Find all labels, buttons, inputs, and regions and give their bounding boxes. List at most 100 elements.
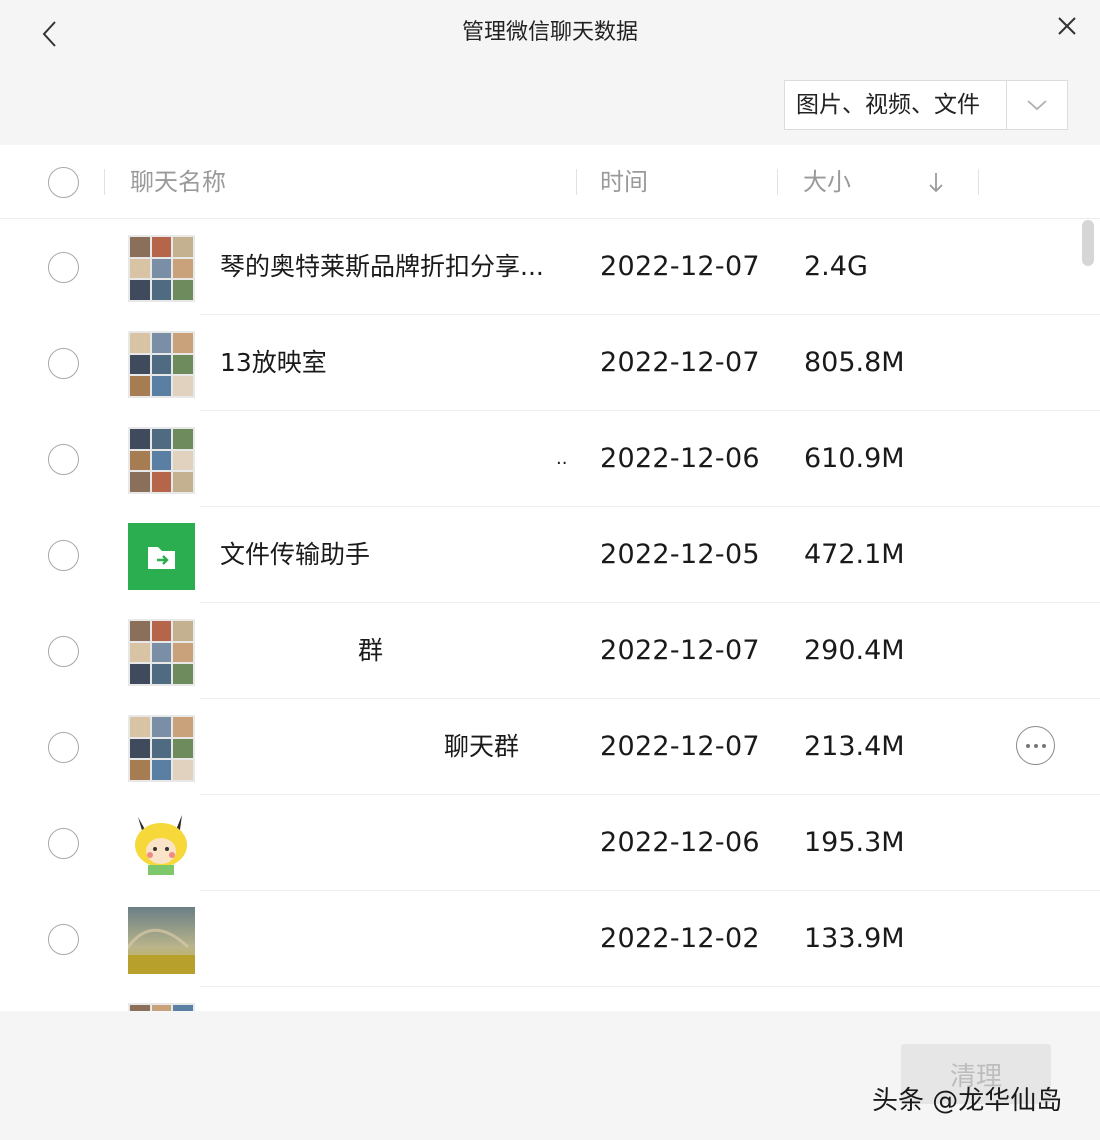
member-thumbnail [151, 717, 172, 737]
rainbow-photo-avatar [128, 907, 195, 974]
member-thumbnail [173, 237, 193, 257]
chat-time: 2022-12-06 [600, 443, 760, 474]
close-icon [1058, 17, 1076, 35]
column-header-time[interactable]: 时间 [600, 145, 648, 219]
member-thumbnail [173, 472, 193, 492]
table-row[interactable]: 文件传输助手 2022-12-05 472.1M [0, 507, 1100, 603]
member-thumbnail [130, 376, 150, 396]
table-header: 聊天名称 时间 大小 [0, 145, 1100, 219]
more-options-button[interactable] [1016, 726, 1055, 765]
member-thumbnail [151, 354, 172, 375]
row-select-radio[interactable] [48, 732, 79, 763]
member-thumbnail [130, 621, 150, 641]
member-thumbnail [130, 258, 150, 279]
chat-time: 2022-12-07 [600, 635, 760, 666]
chat-size: 805.8M [804, 347, 905, 378]
column-divider [576, 169, 577, 195]
member-thumbnail [130, 354, 150, 375]
member-thumbnail [151, 472, 172, 492]
member-thumbnail [173, 280, 193, 300]
member-thumbnail [130, 738, 150, 759]
row-select-radio[interactable] [48, 828, 79, 859]
chat-name [220, 891, 580, 987]
member-thumbnail [173, 621, 193, 641]
member-thumbnail [130, 280, 150, 300]
member-thumbnail [151, 237, 172, 257]
row-select-radio[interactable] [48, 924, 79, 955]
chat-size: 290.4M [804, 635, 905, 666]
member-thumbnail [151, 621, 172, 641]
title-bar: 管理微信聊天数据 图片、视频、文件 [0, 0, 1100, 145]
select-all-radio[interactable] [48, 167, 79, 198]
member-thumbnail [173, 429, 193, 449]
member-thumbnail [173, 354, 193, 375]
table-row[interactable]: 群 2022-12-07 290.4M [0, 603, 1100, 699]
row-select-radio[interactable] [48, 636, 79, 667]
table-row[interactable]: 琴的奥特莱斯品牌折扣分享... 2022-12-07 2.4G [0, 219, 1100, 315]
member-thumbnail [173, 664, 193, 684]
chevron-down-icon [1027, 100, 1047, 111]
chat-size: 195.3M [804, 827, 905, 858]
member-thumbnail [173, 642, 193, 663]
table-row[interactable]: 2022-12-02 133.9M [0, 891, 1100, 987]
chat-size: 472.1M [804, 539, 905, 570]
group-avatar [128, 619, 195, 686]
file-type-filter-value: 图片、视频、文件 [785, 81, 1007, 129]
member-thumbnail [151, 376, 172, 396]
column-header-name[interactable]: 聊天名称 [130, 145, 226, 219]
table-body: 琴的奥特莱斯品牌折扣分享... 2022-12-07 2.4G 13放映室 2022-1… [0, 219, 1100, 1011]
file-type-filter-dropdown[interactable]: 图片、视频、文件 [784, 80, 1068, 130]
group-avatar [128, 235, 195, 302]
member-thumbnail [151, 333, 172, 353]
member-thumbnail [173, 333, 193, 353]
file-transfer-icon [128, 523, 195, 590]
chat-size: 133.9M [804, 923, 905, 954]
chat-name: 文件传输助手 [220, 540, 371, 569]
table-row[interactable]: 聊天群 2022-12-07 213.4M [0, 699, 1100, 795]
row-select-radio[interactable] [48, 540, 79, 571]
member-thumbnail [130, 472, 150, 492]
close-button[interactable] [1046, 6, 1088, 46]
chat-name: .. [556, 448, 568, 469]
chat-size: 610.9M [804, 443, 905, 474]
column-divider [978, 169, 979, 195]
ellipsis-icon [1025, 743, 1046, 748]
row-select-radio[interactable] [48, 348, 79, 379]
member-thumbnail [151, 664, 172, 684]
manage-chat-data-window: 管理微信聊天数据 图片、视频、文件 聊天名称 时间 大小 琴的奥特莱斯品牌折扣分… [0, 0, 1100, 1140]
member-thumbnail [130, 760, 150, 780]
row-select-radio[interactable] [48, 252, 79, 283]
member-thumbnail [151, 258, 172, 279]
member-thumbnail [130, 717, 150, 737]
chat-time: 2022-12-07 [600, 347, 760, 378]
member-thumbnail [151, 738, 172, 759]
column-header-size[interactable]: 大小 [803, 145, 851, 219]
chat-time: 2022-12-07 [600, 731, 760, 762]
sort-descending-arrow-icon[interactable] [924, 169, 948, 195]
chat-name: 琴的奥特莱斯品牌折扣分享... [220, 252, 544, 281]
member-thumbnail [173, 258, 193, 279]
member-thumbnail [151, 429, 172, 449]
chat-data-table: 聊天名称 时间 大小 琴的奥特莱斯品牌折扣分享... 2022-12-07 2.4G… [0, 145, 1100, 1011]
row-select-radio[interactable] [48, 444, 79, 475]
watermark: 头条 @龙华仙岛 [872, 1086, 1063, 1116]
chat-size: 2.4G [804, 251, 868, 282]
scrollbar-thumb[interactable] [1082, 220, 1094, 266]
table-row[interactable]: .. 2022-12-06 610.9M [0, 411, 1100, 507]
member-thumbnail [130, 333, 150, 353]
member-thumbnail [130, 664, 150, 684]
chat-time: 2022-12-05 [600, 539, 760, 570]
member-thumbnail [130, 429, 150, 449]
member-thumbnail [173, 450, 193, 471]
member-thumbnail [151, 450, 172, 471]
window-title: 管理微信聊天数据 [461, 20, 638, 45]
dropdown-arrow[interactable] [1007, 81, 1067, 129]
member-thumbnail [130, 237, 150, 257]
table-row[interactable]: 2022-12-06 195.3M [0, 795, 1100, 891]
member-thumbnail [151, 280, 172, 300]
column-divider [104, 169, 105, 195]
column-divider [777, 169, 778, 195]
chat-time: 2022-12-02 [600, 923, 760, 954]
chat-size: 213.4M [804, 731, 905, 762]
table-row[interactable]: 13放映室 2022-12-07 805.8M [0, 315, 1100, 411]
